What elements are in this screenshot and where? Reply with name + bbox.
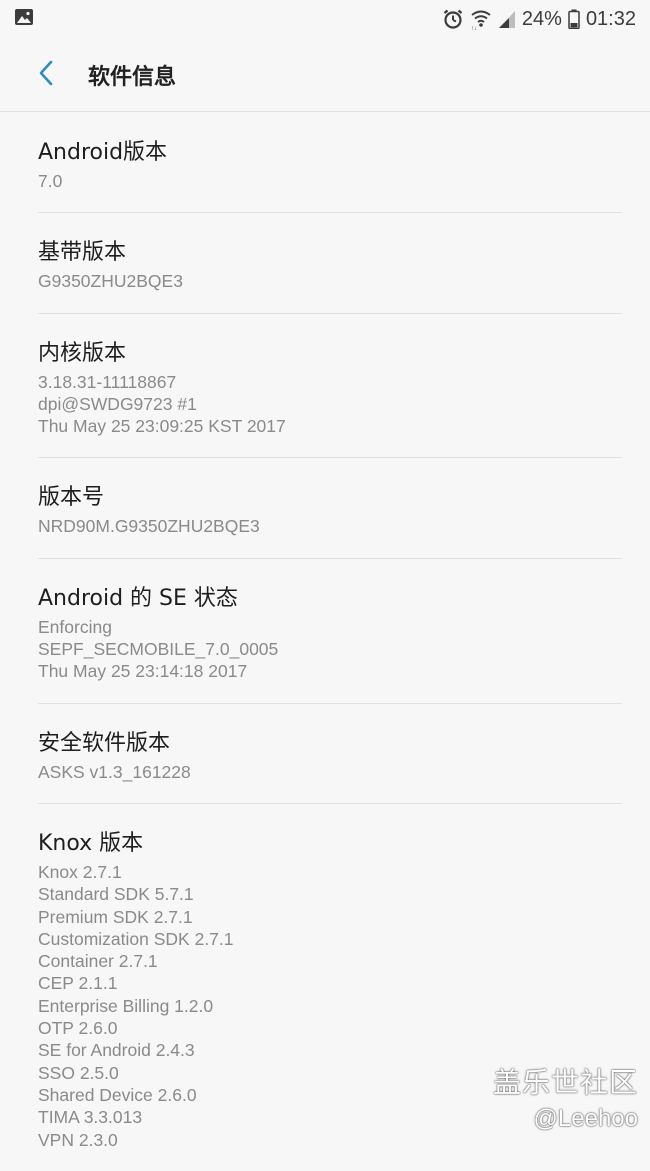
item-value: 3.18.31-11118867 — [38, 371, 177, 392]
info-item-baseband-version[interactable]: 基带版本 G9350ZHU2BQE3 — [38, 213, 622, 314]
item-value: ASKS v1.3_161228 — [38, 761, 191, 782]
page-title: 软件信息 — [88, 64, 177, 90]
signal-icon — [498, 9, 516, 29]
status-bar-right: ↑↓ 24% 01:32 — [442, 8, 636, 31]
item-title: Android 的 SE 状态 — [38, 585, 238, 611]
item-title: 安全软件版本 — [38, 730, 171, 756]
watermark-author: @Leehoo — [533, 1105, 638, 1132]
item-value: Enforcing — [38, 616, 112, 637]
status-bar: ↑↓ 24% 01:32 — [0, 0, 650, 38]
info-item-android-version[interactable]: Android版本 7.0 — [38, 113, 622, 214]
info-item-kernel-version[interactable]: 内核版本 3.18.31-11118867 dpi@SWDG9723 #1 Th… — [38, 314, 622, 459]
wifi-icon: ↑↓ — [470, 8, 492, 30]
watermark-community: 盖乐世社区 — [492, 1066, 638, 1099]
back-button[interactable] — [26, 55, 66, 95]
image-icon — [14, 8, 34, 30]
item-value: Container 2.7.1 — [38, 951, 158, 972]
item-value: 7.0 — [38, 171, 63, 191]
item-value: Thu May 25 23:09:25 KST 2017 — [38, 416, 286, 437]
item-value: SE for Android 2.4.3 — [38, 1040, 195, 1061]
item-value: G9350ZHU2BQE3 — [38, 271, 183, 292]
item-value: CEP 2.1.1 — [38, 973, 118, 994]
item-value: dpi@SWDG9723 #1 — [38, 393, 197, 414]
info-item-build-number[interactable]: 版本号 NRD90M.G9350ZHU2BQE3 — [38, 458, 622, 559]
item-value: Premium SDK 2.7.1 — [38, 906, 193, 927]
chevron-left-icon — [37, 59, 55, 91]
status-time: 01:32 — [585, 7, 636, 30]
item-title: 内核版本 — [38, 340, 127, 366]
item-value: Standard SDK 5.7.1 — [38, 884, 194, 905]
item-value: Enterprise Billing 1.2.0 — [38, 995, 214, 1016]
battery-label: 24% — [521, 7, 562, 30]
status-bar-left — [14, 8, 34, 30]
software-info-list: Android版本 7.0 基带版本 G9350ZHU2BQE3 内核版本 3.… — [0, 113, 650, 1171]
item-value: Thu May 25 23:14:18 2017 — [38, 661, 248, 682]
watermark: 盖乐世社区 @Leehoo — [493, 1066, 638, 1134]
svg-text:↑↓: ↑↓ — [471, 26, 477, 30]
item-value: Customization SDK 2.7.1 — [38, 928, 234, 949]
item-title: 版本号 — [38, 485, 105, 511]
app-bar: 软件信息 — [0, 38, 650, 112]
item-title: Android版本 — [38, 140, 168, 165]
item-title: 基带版本 — [38, 240, 127, 266]
item-value: OTP 2.6.0 — [38, 1018, 118, 1039]
item-value: Knox 2.7.1 — [38, 861, 122, 882]
battery-icon — [568, 9, 580, 29]
item-value: SEPF_SECMOBILE_7.0_0005 — [38, 639, 279, 660]
info-item-security-software-version[interactable]: 安全软件版本 ASKS v1.3_161228 — [38, 704, 622, 804]
info-item-se-status[interactable]: Android 的 SE 状态 Enforcing SEPF_SECMOBILE… — [38, 559, 622, 704]
item-value: NRD90M.G9350ZHU2BQE3 — [38, 516, 260, 537]
alarm-icon — [442, 8, 464, 30]
item-title: Knox 版本 — [38, 830, 144, 856]
